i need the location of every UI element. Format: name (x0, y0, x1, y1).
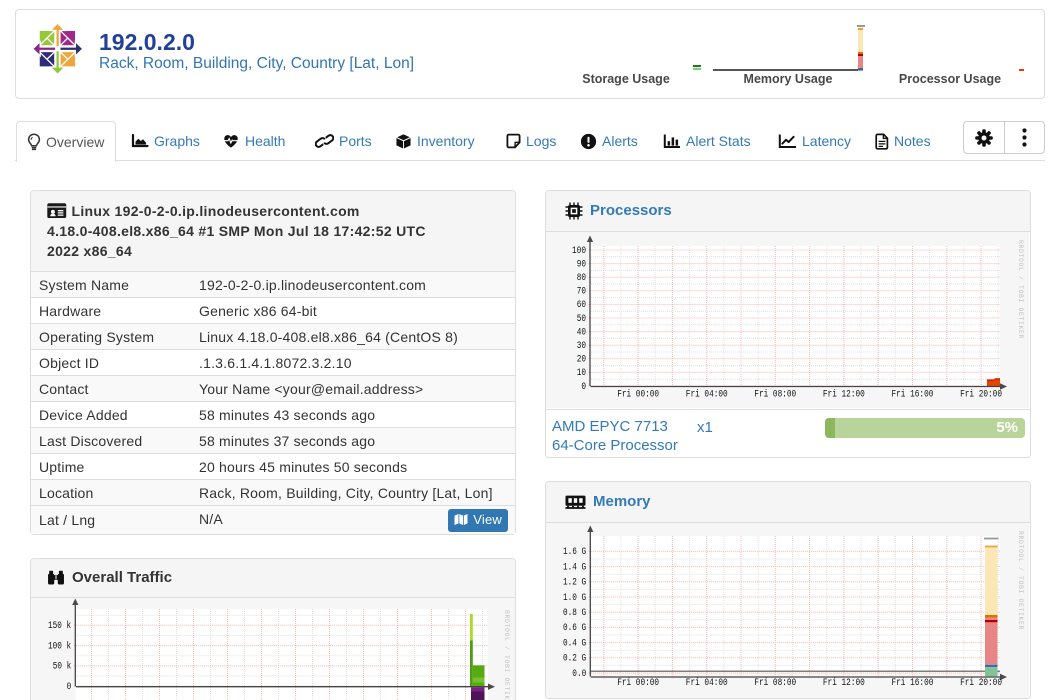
svg-text:20: 20 (577, 353, 586, 365)
svg-text:150 k: 150 k (48, 620, 71, 632)
svg-text:0.6 G: 0.6 G (563, 622, 586, 634)
svg-text:50: 50 (577, 312, 586, 324)
svg-text:100 k: 100 k (48, 640, 71, 652)
svg-text:70: 70 (577, 285, 586, 297)
svg-text:Fri 00:00: Fri 00:00 (617, 388, 659, 400)
svg-text:0.2 G: 0.2 G (563, 652, 586, 664)
svg-text:80: 80 (577, 272, 586, 284)
svg-text:0: 0 (67, 681, 72, 693)
svg-text:0: 0 (581, 380, 586, 392)
svg-text:1.0 G: 1.0 G (563, 591, 586, 603)
svg-text:Fri 04:00: Fri 04:00 (686, 677, 728, 689)
svg-text:Fri 16:00: Fri 16:00 (892, 388, 934, 400)
svg-text:1.6 G: 1.6 G (563, 546, 586, 558)
svg-text:0.8 G: 0.8 G (563, 607, 586, 619)
svg-text:Fri 04:00: Fri 04:00 (686, 388, 728, 400)
svg-text:Fri 08:00: Fri 08:00 (754, 677, 796, 689)
svg-text:RRDTOOL / TOBI OETIKER: RRDTOOL / TOBI OETIKER (1017, 240, 1024, 339)
svg-text:100: 100 (572, 244, 586, 256)
svg-text:Fri 16:00: Fri 16:00 (892, 677, 934, 689)
svg-text:RRDTOOL / TOBI OETIKER: RRDTOOL / TOBI OETIKER (1017, 531, 1024, 630)
svg-text:Fri 12:00: Fri 12:00 (823, 388, 865, 400)
svg-text:0.0: 0.0 (572, 667, 586, 679)
svg-text:60: 60 (577, 299, 586, 311)
svg-text:Fri 20:00: Fri 20:00 (960, 388, 1002, 400)
svg-text:1.4 G: 1.4 G (563, 561, 586, 573)
svg-text:90: 90 (577, 258, 586, 270)
svg-text:10: 10 (577, 367, 586, 379)
svg-text:Fri 12:00: Fri 12:00 (823, 677, 865, 689)
svg-text:Fri 00:00: Fri 00:00 (617, 677, 659, 689)
svg-text:Fri 20:00: Fri 20:00 (960, 677, 1002, 689)
svg-text:40: 40 (577, 326, 586, 338)
svg-text:Fri 08:00: Fri 08:00 (754, 388, 796, 400)
svg-text:50 k: 50 k (53, 660, 72, 672)
svg-text:1.2 G: 1.2 G (563, 576, 586, 588)
svg-text:0.4 G: 0.4 G (563, 637, 586, 649)
svg-text:RRDTOOL / TOBI OETIKER: RRDTOOL / TOBI OETIKER (503, 610, 510, 700)
svg-text:30: 30 (577, 340, 586, 352)
